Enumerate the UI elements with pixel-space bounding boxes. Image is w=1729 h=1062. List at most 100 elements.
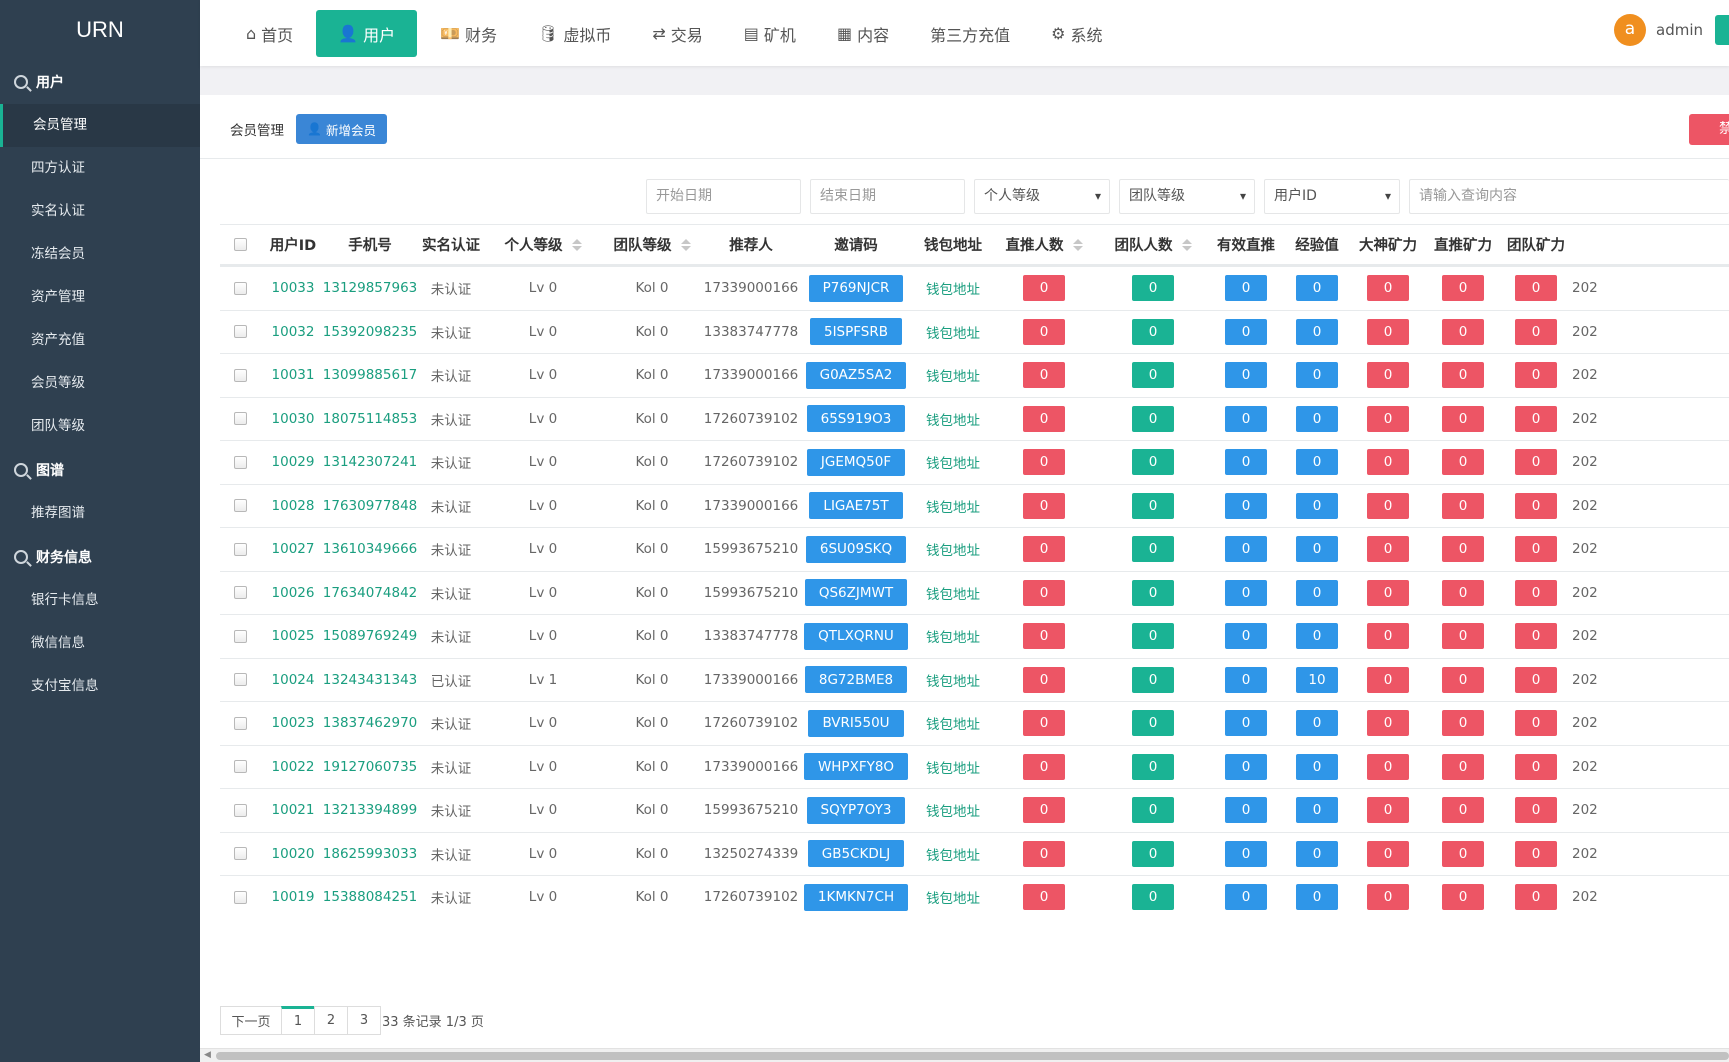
team-count-badge[interactable]: 0: [1132, 753, 1174, 780]
phone-link[interactable]: 13099885617: [323, 367, 417, 383]
dpower-badge[interactable]: 0: [1442, 753, 1484, 780]
god-badge[interactable]: 0: [1367, 362, 1409, 389]
scroll-left-icon[interactable]: ◀: [204, 1050, 211, 1060]
exp-badge[interactable]: 0: [1296, 449, 1338, 476]
tpower-badge[interactable]: 0: [1515, 840, 1557, 867]
phone-link[interactable]: 18625993033: [323, 846, 417, 862]
dpower-badge[interactable]: 0: [1442, 536, 1484, 563]
team-count-badge[interactable]: 0: [1132, 710, 1174, 737]
phone-link[interactable]: 19127060735: [323, 759, 417, 775]
dpower-badge[interactable]: 0: [1442, 579, 1484, 606]
exp-badge[interactable]: 0: [1296, 710, 1338, 737]
valid-badge[interactable]: 0: [1225, 536, 1267, 563]
exp-badge[interactable]: 0: [1296, 797, 1338, 824]
column-header[interactable]: 团队人数: [1098, 225, 1208, 264]
tpower-badge[interactable]: 0: [1515, 318, 1557, 345]
valid-badge[interactable]: 0: [1225, 318, 1267, 345]
row-checkbox[interactable]: [233, 325, 247, 339]
search-input[interactable]: 请输入查询内容: [1409, 179, 1729, 214]
row-checkbox[interactable]: [233, 281, 247, 295]
team-count-badge[interactable]: 0: [1132, 797, 1174, 824]
god-badge[interactable]: 0: [1367, 753, 1409, 780]
dpower-badge[interactable]: 0: [1442, 884, 1484, 911]
direct-badge[interactable]: 0: [1023, 840, 1065, 867]
direct-badge[interactable]: 0: [1023, 623, 1065, 650]
phone-link[interactable]: 13213394899: [323, 802, 417, 818]
add-member-button[interactable]: 👤 新增会员: [296, 114, 387, 144]
sort-icon[interactable]: [571, 238, 582, 252]
valid-badge[interactable]: 0: [1225, 666, 1267, 693]
god-badge[interactable]: 0: [1367, 710, 1409, 737]
user-id-link[interactable]: 10021: [272, 802, 315, 818]
team-count-badge[interactable]: 0: [1132, 405, 1174, 432]
tpower-badge[interactable]: 0: [1515, 623, 1557, 650]
valid-badge[interactable]: 0: [1225, 753, 1267, 780]
user-id-link[interactable]: 10032: [272, 324, 315, 340]
page-2-button[interactable]: 2: [314, 1006, 348, 1035]
team-count-badge[interactable]: 0: [1132, 492, 1174, 519]
tpower-badge[interactable]: 0: [1515, 492, 1557, 519]
direct-badge[interactable]: 0: [1023, 753, 1065, 780]
wallet-address-link[interactable]: 钱包地址: [926, 800, 980, 820]
phone-link[interactable]: 13837462970: [323, 715, 417, 731]
tpower-badge[interactable]: 0: [1515, 666, 1557, 693]
wallet-address-link[interactable]: 钱包地址: [926, 583, 980, 603]
user-id-link[interactable]: 10022: [272, 759, 315, 775]
god-badge[interactable]: 0: [1367, 318, 1409, 345]
phone-link[interactable]: 13610349666: [323, 541, 417, 557]
row-checkbox[interactable]: [233, 760, 247, 774]
wallet-address-link[interactable]: 钱包地址: [926, 452, 980, 472]
user-id-link[interactable]: 10033: [272, 280, 315, 296]
tpower-badge[interactable]: 0: [1515, 449, 1557, 476]
exp-badge[interactable]: 0: [1296, 753, 1338, 780]
god-badge[interactable]: 0: [1367, 840, 1409, 867]
sidebar-item[interactable]: 资产充值: [0, 319, 200, 362]
valid-badge[interactable]: 0: [1225, 884, 1267, 911]
dpower-badge[interactable]: 0: [1442, 710, 1484, 737]
god-badge[interactable]: 0: [1367, 449, 1409, 476]
nav-item-0[interactable]: ⌂ 首页: [228, 10, 311, 57]
team-count-badge[interactable]: 0: [1132, 318, 1174, 345]
god-badge[interactable]: 0: [1367, 405, 1409, 432]
valid-badge[interactable]: 0: [1225, 275, 1267, 302]
wallet-address-link[interactable]: 钱包地址: [926, 322, 980, 342]
sidebar-item[interactable]: 实名认证: [0, 190, 200, 233]
sidebar-item[interactable]: 四方认证: [0, 147, 200, 190]
phone-link[interactable]: 15388084251: [323, 889, 417, 905]
horizontal-scrollbar[interactable]: ◀: [200, 1048, 1729, 1062]
phone-link[interactable]: 13129857963: [323, 280, 417, 296]
user-id-link[interactable]: 10023: [272, 715, 315, 731]
dpower-badge[interactable]: 0: [1442, 362, 1484, 389]
direct-badge[interactable]: 0: [1023, 275, 1065, 302]
god-badge[interactable]: 0: [1367, 492, 1409, 519]
dpower-badge[interactable]: 0: [1442, 405, 1484, 432]
sidebar-item[interactable]: 支付宝信息: [0, 665, 200, 708]
dpower-badge[interactable]: 0: [1442, 492, 1484, 519]
team-count-badge[interactable]: 0: [1132, 623, 1174, 650]
direct-badge[interactable]: 0: [1023, 318, 1065, 345]
team-count-badge[interactable]: 0: [1132, 884, 1174, 911]
nav-item-6[interactable]: ▦ 内容: [819, 10, 907, 57]
valid-badge[interactable]: 0: [1225, 362, 1267, 389]
direct-badge[interactable]: 0: [1023, 362, 1065, 389]
sidebar-item[interactable]: 团队等级: [0, 405, 200, 448]
exp-badge[interactable]: 0: [1296, 275, 1338, 302]
row-checkbox[interactable]: [233, 673, 247, 687]
row-checkbox[interactable]: [233, 803, 247, 817]
wallet-address-link[interactable]: 钱包地址: [926, 887, 980, 907]
personal-level-select[interactable]: 个人等级: [974, 179, 1110, 214]
exp-badge[interactable]: 10: [1296, 666, 1338, 693]
god-badge[interactable]: 0: [1367, 666, 1409, 693]
nav-item-1[interactable]: 👤 用户: [316, 10, 418, 57]
user-id-link[interactable]: 10030: [272, 411, 315, 427]
ban-button[interactable]: 禁止: [1689, 114, 1729, 145]
direct-badge[interactable]: 0: [1023, 405, 1065, 432]
team-count-badge[interactable]: 0: [1132, 449, 1174, 476]
user-id-link[interactable]: 10025: [272, 628, 315, 644]
user-id-link[interactable]: 10028: [272, 498, 315, 514]
valid-badge[interactable]: 0: [1225, 492, 1267, 519]
god-badge[interactable]: 0: [1367, 797, 1409, 824]
nav-item-7[interactable]: 第三方充值: [912, 10, 1028, 57]
row-checkbox[interactable]: [233, 716, 247, 730]
sidebar-item[interactable]: 会员管理: [0, 104, 200, 147]
